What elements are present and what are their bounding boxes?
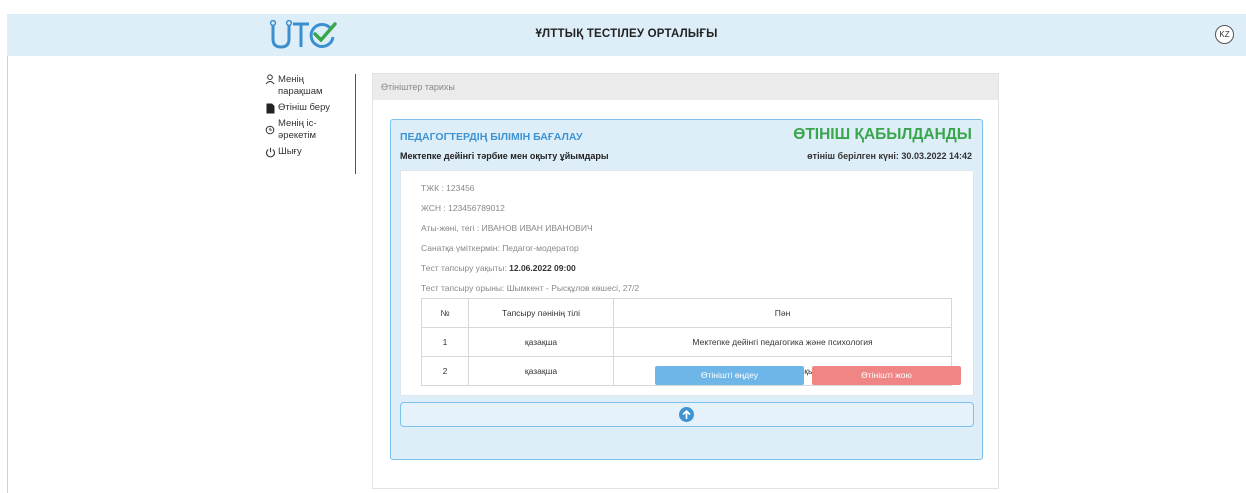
table-header-row: № Тапсыру пәнінің тілі Пән (421, 298, 952, 328)
language-switch-button[interactable]: KZ (1215, 25, 1234, 44)
power-icon (264, 147, 276, 158)
submission-date: өтініш берілген күні: 30.03.2022 14:42 (807, 151, 972, 161)
window-left-edge (7, 14, 8, 493)
col-language: Тапсыру пәнінің тілі (468, 298, 614, 328)
application-details: ТЖК : 123456 ЖСН : 123456789012 Аты-жөні… (400, 170, 974, 396)
test-time-field: Тест тапсыру уақыты: 12.06.2022 09:00 (421, 263, 576, 273)
row-number: 1 (421, 327, 469, 357)
fullname-field: Аты-жөні, тегі : ИВАНОВ ИВАН ИВАНОВИЧ (421, 223, 593, 233)
application-title: ПЕДАГОГТЕРДІҢ БІЛІМІН БАҒАЛАУ (400, 131, 583, 143)
edit-application-button[interactable]: Өтінішті өңдеу (655, 366, 804, 385)
col-number: № (421, 298, 469, 328)
document-icon (264, 103, 276, 114)
history-icon (264, 125, 276, 135)
row-number: 2 (421, 356, 469, 386)
row-subject: Мектепке дейінгі педагогика және психоло… (613, 327, 952, 357)
user-icon (264, 74, 276, 85)
application-card: ПЕДАГОГТЕРДІҢ БІЛІМІН БАҒАЛАУ ӨТІНІШ ҚАБ… (390, 119, 983, 460)
panel-heading: Өтініштер тарихы (373, 74, 998, 100)
col-subject: Пән (613, 298, 952, 328)
sidebar-item-label: Өтініш беру (278, 102, 331, 113)
category-field: Санатқа үміткермін: Педагог-модератор (421, 243, 579, 253)
header-title: ҰЛТТЫҚ ТЕСТІЛЕУ ОРТАЛЫҒЫ (535, 28, 718, 40)
arrow-up-circle-icon (679, 407, 694, 422)
applications-history-panel: Өтініштер тарихы ПЕДАГОГТЕРДІҢ БІЛІМІН Б… (372, 73, 999, 489)
sidebar-item-label: Менің іс-әрекетім (278, 118, 317, 141)
status-badge: ӨТІНІШ ҚАБЫЛДАНДЫ (793, 126, 972, 143)
test-time-value: 12.06.2022 09:00 (509, 263, 576, 273)
sidebar: Менің парақшам Өтініш беру Менің іс-әреке… (264, 74, 356, 174)
sidebar-item-label: Менің парақшам (278, 74, 323, 97)
sidebar-item-logout[interactable]: Шығу (264, 146, 355, 158)
top-header: ҰЛТТЫҚ ТЕСТІЛЕУ ОРТАЛЫҒЫ KZ (7, 14, 1246, 56)
zhsn-field: ЖСН : 123456789012 (421, 203, 505, 213)
sidebar-item-my-page[interactable]: Менің парақшам (264, 74, 355, 98)
tzhk-field: ТЖК : 123456 (421, 183, 475, 193)
sidebar-item-activity[interactable]: Менің іс-әрекетім (264, 118, 355, 142)
delete-application-button[interactable]: Өтінішті жою (812, 366, 961, 385)
table-row: 1 қазақша Мектепке дейінгі педагогика жә… (421, 327, 952, 357)
row-language: қазақша (468, 327, 614, 357)
sidebar-item-apply[interactable]: Өтініш беру (264, 102, 355, 114)
row-language: қазақша (468, 356, 614, 386)
organization-type: Мектепке дейінгі тәрбие мен оқыту ұйымда… (400, 151, 609, 161)
sidebar-item-label: Шығу (278, 146, 302, 157)
collapse-toggle-button[interactable] (400, 402, 974, 427)
test-place-field: Тест тапсыру орыны: Шымкент - Рысқұлов к… (421, 283, 640, 293)
